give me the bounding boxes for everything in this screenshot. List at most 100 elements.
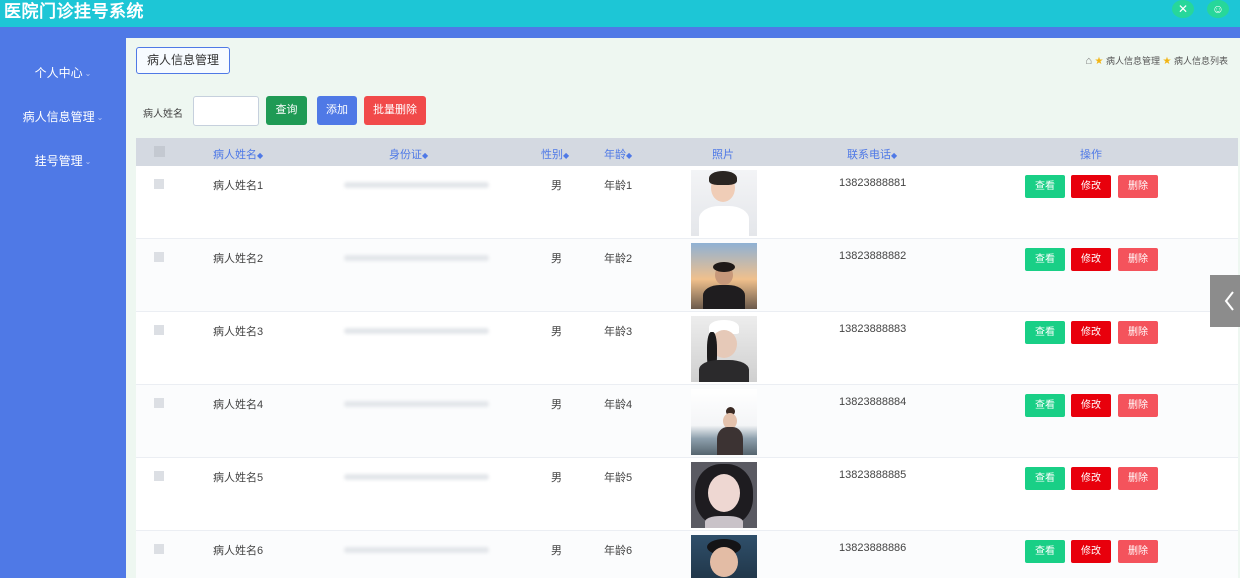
delete-button[interactable]: 删除 xyxy=(1118,394,1158,417)
phone: 13823888883 xyxy=(839,323,907,335)
star-icon: ★ xyxy=(1162,56,1172,67)
id-number-redacted xyxy=(344,328,489,334)
collapse-chevron-icon[interactable] xyxy=(1210,275,1240,327)
edit-button[interactable]: 修改 xyxy=(1071,248,1111,271)
main-content: 病人信息管理 ⌂ ★ 病人信息管理 ★ 病人信息列表 病人姓名 查询 添加 批量… xyxy=(126,38,1240,578)
breadcrumb: ⌂ ★ 病人信息管理 ★ 病人信息列表 xyxy=(1085,54,1228,67)
breadcrumb-item: 病人信息列表 xyxy=(1173,56,1228,66)
patient-name: 病人姓名2 xyxy=(213,253,264,265)
query-button[interactable]: 查询 xyxy=(266,96,307,125)
gender: 男 xyxy=(551,545,562,557)
table-body: 病人姓名1 男 年龄1 13823888881 查看 修改 删除 病人姓名2 男… xyxy=(136,166,1238,578)
view-button[interactable]: 查看 xyxy=(1025,394,1065,417)
gender: 男 xyxy=(551,472,562,484)
view-button[interactable]: 查看 xyxy=(1025,467,1065,490)
sidebar: 个人中心 ⌄ 病人信息管理 ⌄ 挂号管理 ⌄ xyxy=(0,38,126,578)
gender: 男 xyxy=(551,180,562,192)
patient-photo xyxy=(691,462,757,528)
batch-delete-button[interactable]: 批量删除 xyxy=(364,96,426,125)
view-button[interactable]: 查看 xyxy=(1025,321,1065,344)
sidebar-item-personal-center[interactable]: 个人中心 ⌄ xyxy=(0,64,126,81)
search-label: 病人姓名 xyxy=(143,109,183,120)
patient-name: 病人姓名6 xyxy=(213,545,264,557)
phone: 13823888885 xyxy=(839,469,907,481)
table-row: 病人姓名6 男 年龄6 13823888886 查看 修改 删除 xyxy=(136,531,1238,578)
view-button[interactable]: 查看 xyxy=(1025,175,1065,198)
settings-icon[interactable]: ✕ xyxy=(1172,0,1194,18)
home-icon[interactable]: ⌂ xyxy=(1085,55,1092,67)
id-number-redacted xyxy=(344,401,489,407)
row-checkbox[interactable] xyxy=(154,252,164,262)
row-checkbox[interactable] xyxy=(154,179,164,189)
phone: 13823888882 xyxy=(839,250,907,262)
header-band xyxy=(0,27,1240,38)
sidebar-item-patient-info[interactable]: 病人信息管理 ⌄ xyxy=(0,108,126,125)
age: 年龄6 xyxy=(604,545,633,557)
gender: 男 xyxy=(551,326,562,338)
edit-button[interactable]: 修改 xyxy=(1071,540,1111,563)
age: 年龄4 xyxy=(604,399,633,411)
edit-button[interactable]: 修改 xyxy=(1071,321,1111,344)
delete-button[interactable]: 删除 xyxy=(1118,175,1158,198)
sidebar-item-label: 病人信息管理 xyxy=(22,110,95,124)
phone: 13823888884 xyxy=(839,396,907,408)
app-title: 医院门诊挂号系统 xyxy=(4,2,144,21)
sidebar-item-label: 个人中心 xyxy=(34,66,83,80)
table-row: 病人姓名1 男 年龄1 13823888881 查看 修改 删除 xyxy=(136,166,1238,239)
patient-photo xyxy=(691,170,757,236)
delete-button[interactable]: 删除 xyxy=(1118,467,1158,490)
sort-icon: ◆ xyxy=(422,151,429,160)
sidebar-item-registration[interactable]: 挂号管理 ⌄ xyxy=(0,152,126,169)
id-number-redacted xyxy=(344,255,489,261)
patient-photo xyxy=(691,389,757,455)
id-number-redacted xyxy=(344,474,489,480)
sort-icon: ◆ xyxy=(626,151,633,160)
delete-button[interactable]: 删除 xyxy=(1118,321,1158,344)
edit-button[interactable]: 修改 xyxy=(1071,394,1111,417)
table-header: 病人姓名◆ 身份证◆ 性别◆ 年龄◆ 照片 联系电话◆ 操作 xyxy=(136,138,1238,166)
age: 年龄3 xyxy=(604,326,633,338)
chevron-down-icon: ⌄ xyxy=(84,69,92,79)
patient-name-input[interactable] xyxy=(193,96,259,126)
row-checkbox[interactable] xyxy=(154,325,164,335)
table-row: 病人姓名5 男 年龄5 13823888885 查看 修改 删除 xyxy=(136,458,1238,531)
age: 年龄2 xyxy=(604,253,633,265)
patient-name: 病人姓名4 xyxy=(213,399,264,411)
column-header-gender[interactable]: 性别◆ xyxy=(541,146,569,162)
view-button[interactable]: 查看 xyxy=(1025,540,1065,563)
delete-button[interactable]: 删除 xyxy=(1118,248,1158,271)
sort-icon: ◆ xyxy=(891,151,898,160)
edit-button[interactable]: 修改 xyxy=(1071,467,1111,490)
age: 年龄5 xyxy=(604,472,633,484)
star-icon: ★ xyxy=(1094,56,1104,67)
column-header-name[interactable]: 病人姓名◆ xyxy=(213,146,263,162)
select-all-checkbox[interactable] xyxy=(154,146,165,157)
column-header-age[interactable]: 年龄◆ xyxy=(604,146,632,162)
breadcrumb-item[interactable]: 病人信息管理 xyxy=(1106,56,1160,66)
column-header-phone[interactable]: 联系电话◆ xyxy=(847,146,897,162)
add-button[interactable]: 添加 xyxy=(317,96,357,125)
sort-icon: ◆ xyxy=(563,151,570,160)
column-header-id[interactable]: 身份证◆ xyxy=(389,146,428,162)
page-tab[interactable]: 病人信息管理 xyxy=(136,47,231,74)
row-checkbox[interactable] xyxy=(154,544,164,554)
chevron-down-icon: ⌄ xyxy=(84,157,92,167)
delete-button[interactable]: 删除 xyxy=(1118,540,1158,563)
column-header-actions: 操作 xyxy=(1080,149,1102,161)
phone: 13823888881 xyxy=(839,177,907,189)
gender: 男 xyxy=(551,253,562,265)
row-checkbox[interactable] xyxy=(154,398,164,408)
top-header: 医院门诊挂号系统 ✕ ☺ xyxy=(0,0,1240,27)
chevron-down-icon: ⌄ xyxy=(96,113,104,123)
patient-photo xyxy=(691,316,757,382)
view-button[interactable]: 查看 xyxy=(1025,248,1065,271)
column-header-photo: 照片 xyxy=(712,149,734,161)
patient-name: 病人姓名3 xyxy=(213,326,264,338)
table-row: 病人姓名4 男 年龄4 13823888884 查看 修改 删除 xyxy=(136,385,1238,458)
user-icon[interactable]: ☺ xyxy=(1207,0,1229,18)
age: 年龄1 xyxy=(604,180,633,192)
patient-photo xyxy=(691,243,757,309)
row-checkbox[interactable] xyxy=(154,471,164,481)
edit-button[interactable]: 修改 xyxy=(1071,175,1111,198)
id-number-redacted xyxy=(344,547,489,553)
